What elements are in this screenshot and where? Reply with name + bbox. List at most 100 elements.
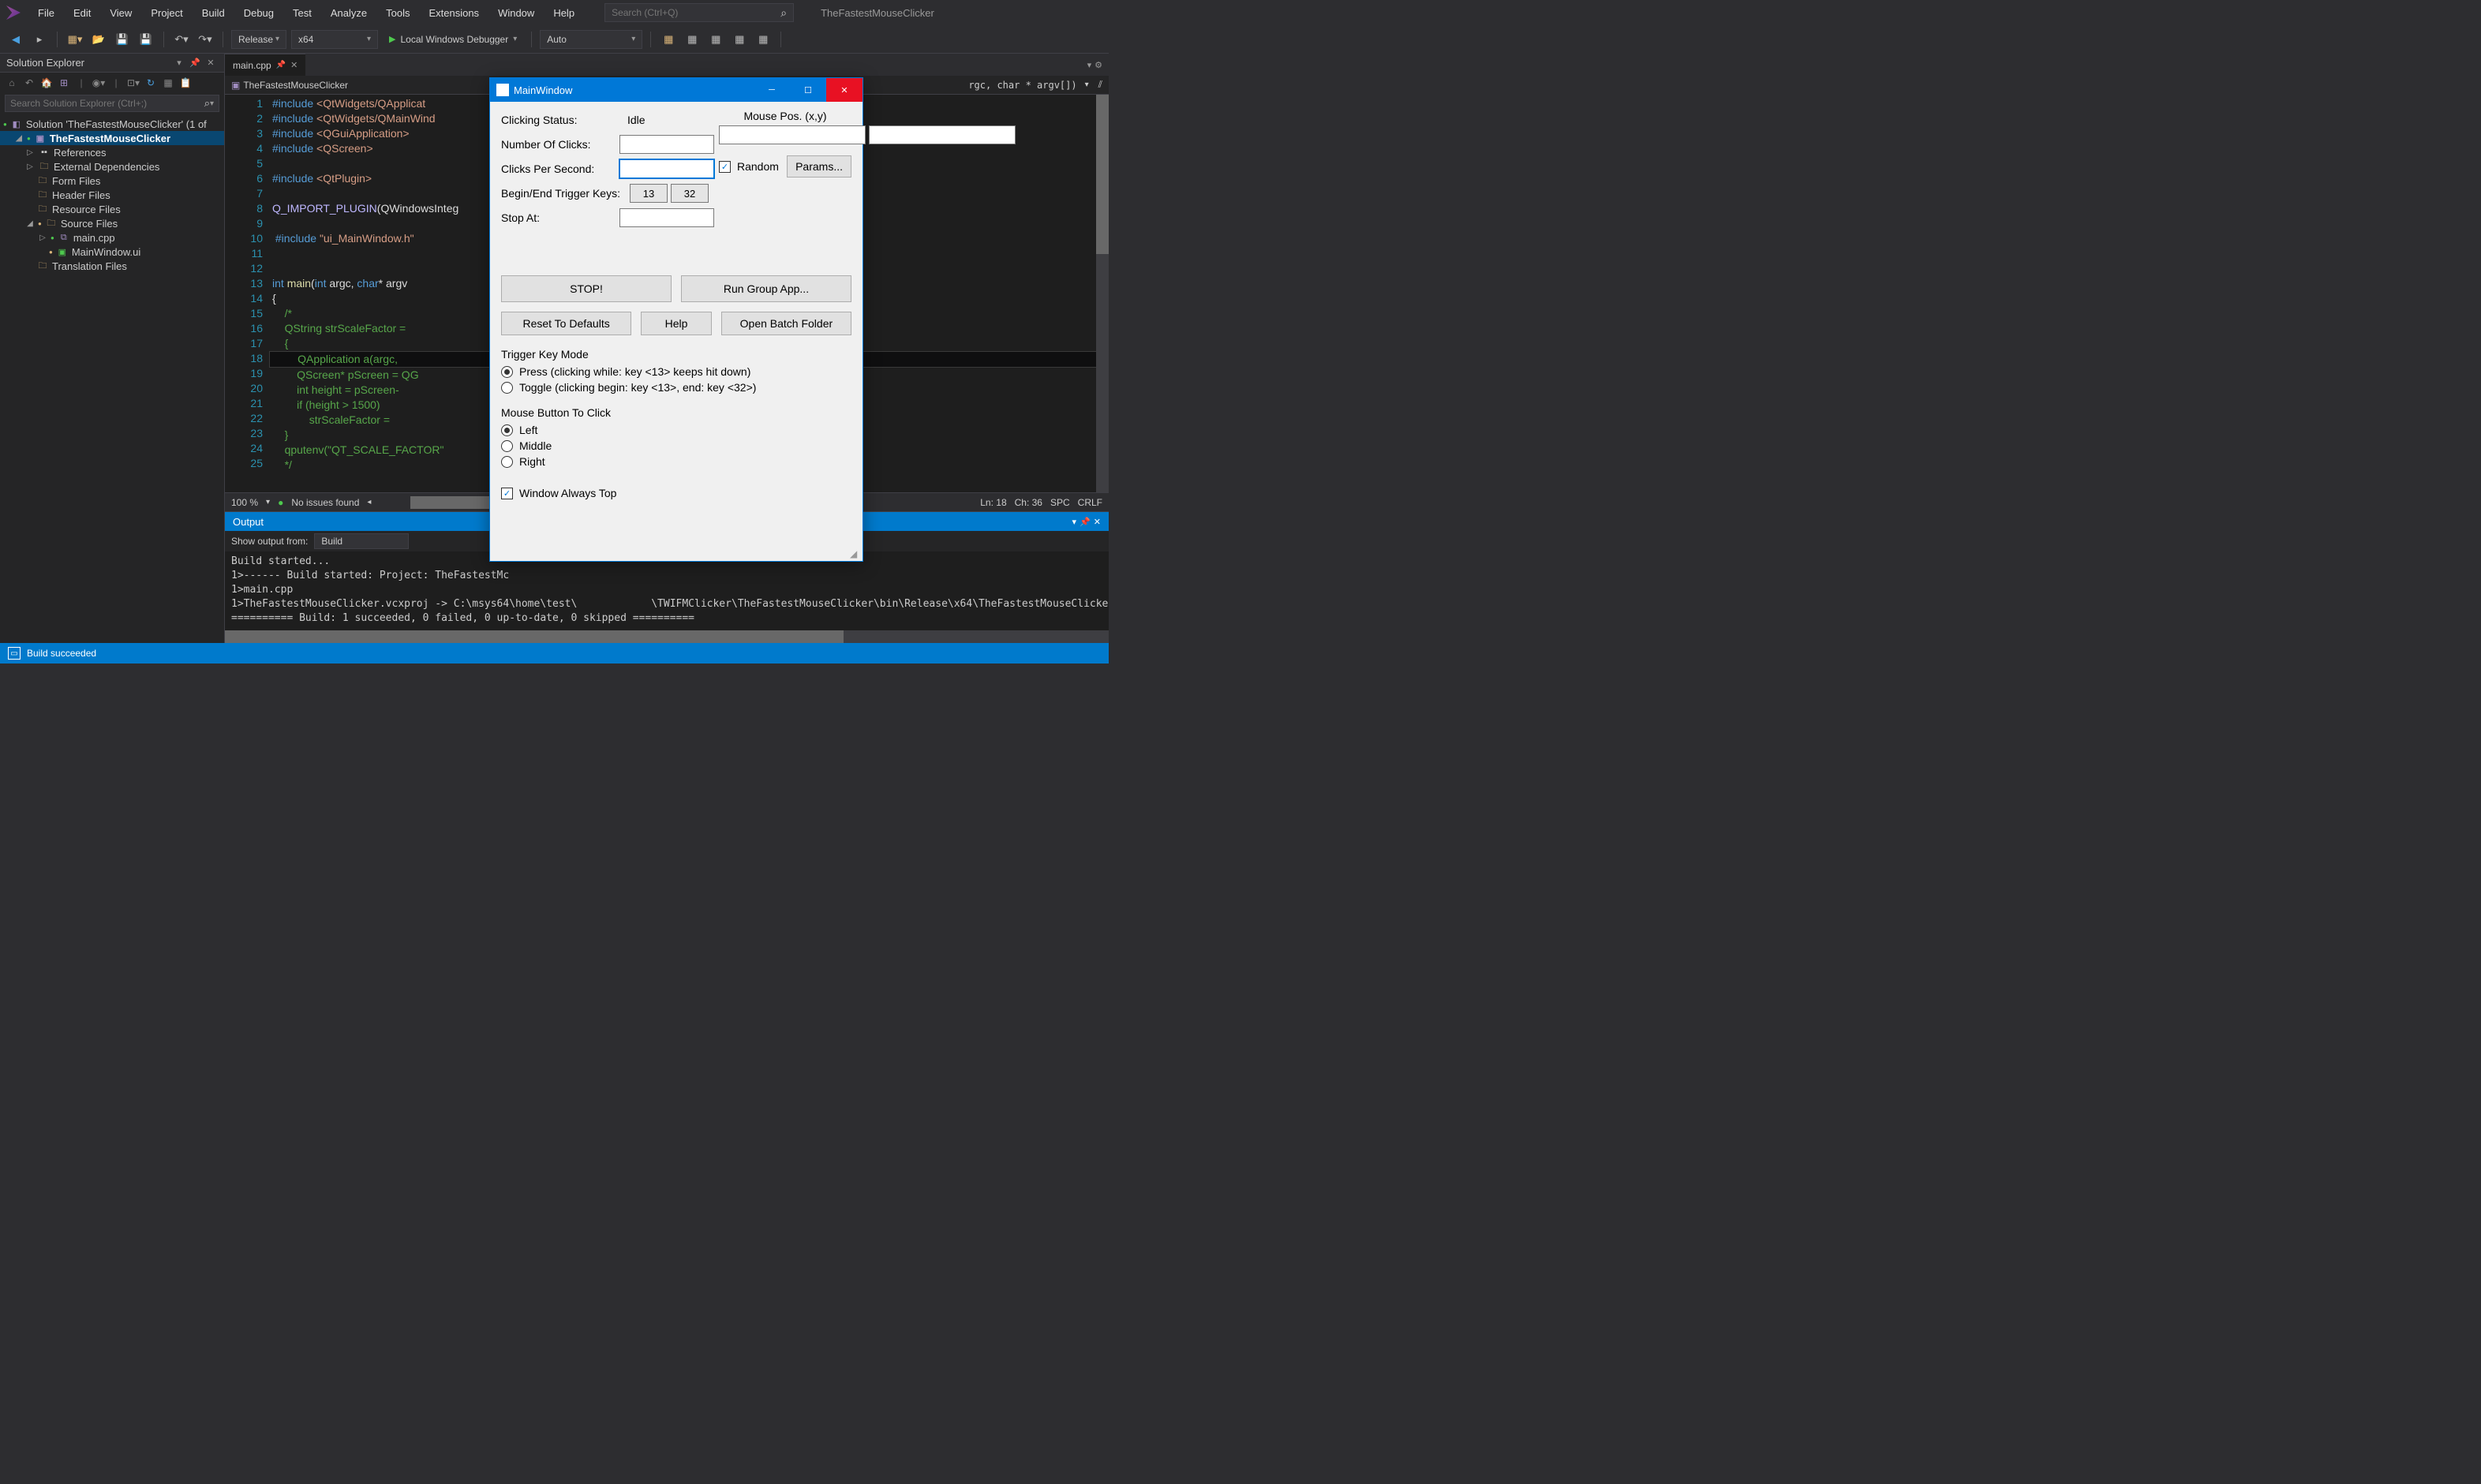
radio-toggle[interactable]	[501, 382, 513, 394]
radio-middle[interactable]	[501, 440, 513, 452]
cps-input[interactable]	[619, 159, 714, 178]
toolbar-icon-3[interactable]: ▦	[706, 30, 725, 49]
menu-tools[interactable]: Tools	[378, 4, 417, 22]
trigger-press-row[interactable]: Press (clicking while: key <13> keeps hi…	[501, 365, 851, 378]
batch-folder-button[interactable]: Open Batch Folder	[721, 312, 851, 335]
menu-project[interactable]: Project	[143, 4, 190, 22]
mb-right-row[interactable]: Right	[501, 455, 851, 468]
toolbar-icon-5[interactable]: ▦	[754, 30, 773, 49]
mb-left-row[interactable]: Left	[501, 424, 851, 436]
reset-button[interactable]: Reset To Defaults	[501, 312, 631, 335]
tree-main-cpp[interactable]: ▷ ●⧉ main.cpp	[0, 230, 224, 245]
maximize-button[interactable]: ☐	[790, 78, 826, 102]
new-project-icon[interactable]: ▦▾	[65, 30, 84, 49]
tree-resource-files[interactable]: 🗀 Resource Files	[0, 202, 224, 216]
redo-icon[interactable]: ↷▾	[196, 30, 215, 49]
pin-icon[interactable]: 📌	[276, 61, 286, 69]
help-button[interactable]: Help	[641, 312, 712, 335]
panel-pin-icon[interactable]: 📌	[188, 58, 202, 68]
toolbar-icon-1[interactable]: ▦	[659, 30, 678, 49]
close-button[interactable]: ✕	[826, 78, 863, 102]
trigger-toggle-row[interactable]: Toggle (clicking begin: key <13>, end: k…	[501, 381, 851, 394]
tree-solution-node[interactable]: ●◧ Solution 'TheFastestMouseClicker' (1 …	[0, 117, 224, 131]
open-icon[interactable]: 📂	[89, 30, 108, 49]
tree-mainwindow-ui[interactable]: ●▣ MainWindow.ui	[0, 245, 224, 259]
save-all-icon[interactable]: 💾	[137, 30, 155, 49]
random-checkbox[interactable]: ✓	[719, 161, 731, 173]
auto-dropdown[interactable]: Auto▾	[540, 30, 642, 49]
nav-fwd-icon[interactable]: ▸	[30, 30, 49, 49]
mb-middle-row[interactable]: Middle	[501, 439, 851, 452]
radio-press[interactable]	[501, 366, 513, 378]
quick-search[interactable]: ⌕	[604, 3, 794, 22]
save-icon[interactable]: 💾	[113, 30, 132, 49]
bc-function[interactable]: rgc, char * argv[]) ▾ ⫽	[968, 79, 1102, 91]
tree-form-files[interactable]: 🗀 Form Files	[0, 174, 224, 188]
num-clicks-input[interactable]	[619, 135, 714, 154]
menu-debug[interactable]: Debug	[236, 4, 282, 22]
tree-header-files[interactable]: 🗀 Header Files	[0, 188, 224, 202]
mouse-x-input[interactable]	[719, 125, 866, 144]
bc-project[interactable]: ▣TheFastestMouseClicker	[231, 80, 348, 91]
sol-house-icon[interactable]: 🏠	[39, 76, 54, 90]
stop-button[interactable]: STOP!	[501, 275, 672, 302]
resize-grip-icon[interactable]: ◢	[850, 548, 861, 559]
menu-edit[interactable]: Edit	[65, 4, 99, 22]
tree-external-deps[interactable]: ▷ 🗀 External Dependencies	[0, 159, 224, 174]
output-pin-icon[interactable]: 📌	[1080, 517, 1091, 527]
output-dropdown-icon[interactable]: ▾	[1072, 517, 1077, 527]
tab-main-cpp[interactable]: main.cpp 📌 ✕	[225, 54, 305, 76]
sol-home-icon[interactable]: ⌂	[5, 76, 19, 90]
menu-build[interactable]: Build	[194, 4, 233, 22]
sol-refresh-icon[interactable]: ↻	[144, 76, 158, 90]
config-dropdown[interactable]: Release▾	[231, 30, 286, 49]
radio-left[interactable]	[501, 424, 513, 436]
menu-file[interactable]: File	[30, 4, 62, 22]
menu-help[interactable]: Help	[545, 4, 582, 22]
start-debug-button[interactable]: ▶ Local Windows Debugger ▾	[383, 30, 523, 49]
menu-window[interactable]: Window	[490, 4, 542, 22]
mouse-y-input[interactable]	[869, 125, 1016, 144]
panel-dropdown-icon[interactable]: ▾	[172, 58, 186, 68]
tree-references[interactable]: ▷ ▪▪ References	[0, 145, 224, 159]
tab-settings-icon[interactable]: ⚙	[1095, 60, 1102, 70]
vertical-scrollbar[interactable]	[1096, 95, 1109, 492]
output-hscroll[interactable]	[225, 630, 1109, 643]
stop-at-input[interactable]	[619, 208, 714, 227]
undo-icon[interactable]: ↶▾	[172, 30, 191, 49]
solution-search-input[interactable]	[10, 98, 204, 109]
output-text[interactable]: Build started... 1>------ Build started:…	[225, 551, 1109, 630]
tree-source-files[interactable]: ◢ ●🗀 Source Files	[0, 216, 224, 230]
qt-titlebar[interactable]: MainWindow ─ ☐ ✕	[490, 78, 863, 102]
qt-mainwindow[interactable]: MainWindow ─ ☐ ✕ Clicking Status: Idle N…	[489, 77, 863, 562]
toolbar-icon-2[interactable]: ▦	[683, 30, 702, 49]
tab-dropdown-icon[interactable]: ▾	[1087, 60, 1092, 70]
run-group-button[interactable]: Run Group App...	[681, 275, 851, 302]
always-top-row[interactable]: ✓ Window Always Top	[501, 487, 851, 499]
split-icon[interactable]: ⫽	[1098, 79, 1102, 91]
quick-search-input[interactable]	[612, 7, 780, 18]
sol-switch-icon[interactable]: ⊞	[57, 76, 71, 90]
close-icon[interactable]: ✕	[290, 60, 297, 70]
menu-view[interactable]: View	[102, 4, 140, 22]
sol-show-icon[interactable]: ◉▾	[92, 76, 106, 90]
radio-right[interactable]	[501, 456, 513, 468]
output-close-icon[interactable]: ✕	[1094, 517, 1101, 527]
sol-props-icon[interactable]: ▦	[161, 76, 175, 90]
trigger-key1-input[interactable]	[630, 184, 668, 203]
platform-dropdown[interactable]: x64▾	[291, 30, 378, 49]
params-button[interactable]: Params...	[787, 155, 851, 178]
nav-back-icon[interactable]: ◀	[6, 30, 25, 49]
menu-extensions[interactable]: Extensions	[421, 4, 487, 22]
output-source-dropdown[interactable]: Build	[314, 533, 409, 549]
panel-close-icon[interactable]: ✕	[204, 58, 218, 68]
sol-collapse-icon[interactable]: ⊡▾	[126, 76, 140, 90]
solution-tree[interactable]: ●◧ Solution 'TheFastestMouseClicker' (1 …	[0, 114, 224, 643]
zoom-level[interactable]: 100 %	[231, 497, 258, 508]
tree-project-node[interactable]: ◢ ●▣ TheFastestMouseClicker	[0, 131, 224, 145]
sol-copy-icon[interactable]: 📋	[178, 76, 193, 90]
menu-analyze[interactable]: Analyze	[323, 4, 375, 22]
toolbar-icon-4[interactable]: ▦	[730, 30, 749, 49]
menu-test[interactable]: Test	[285, 4, 320, 22]
sol-back-icon[interactable]: ↶	[22, 76, 36, 90]
